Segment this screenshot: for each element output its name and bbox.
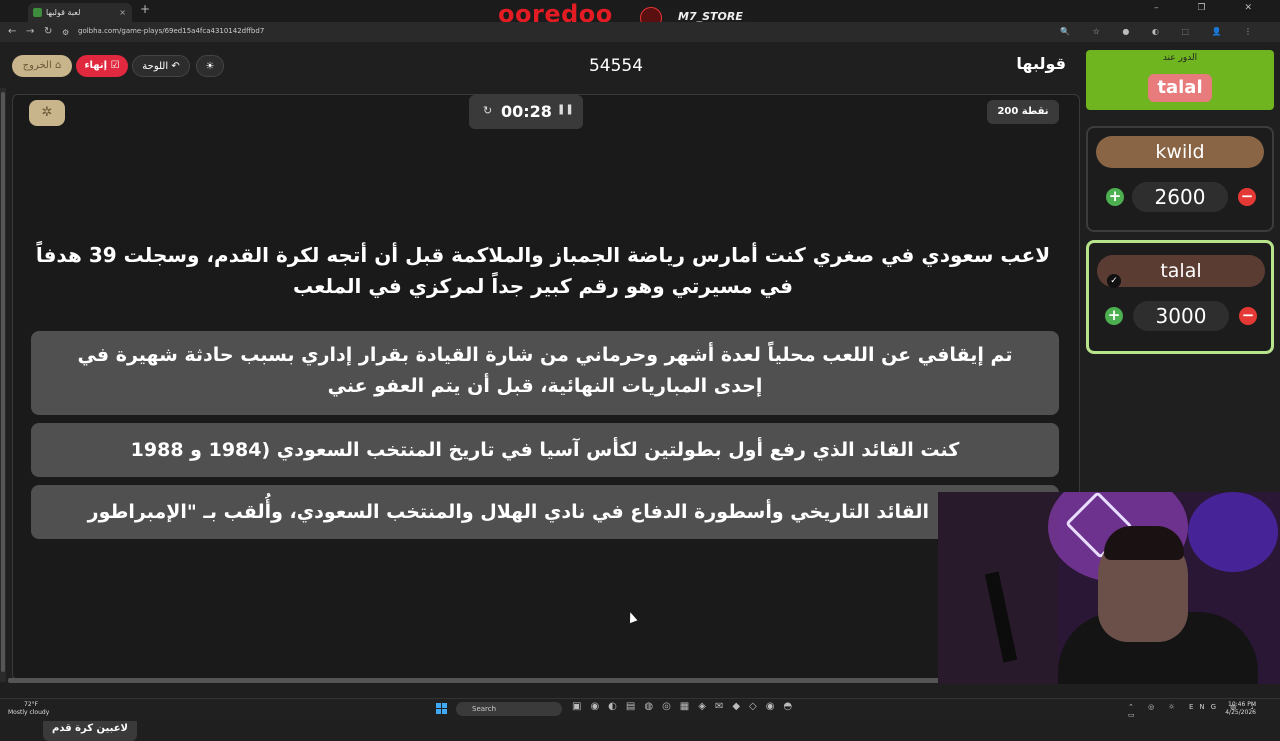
browser-tab-bar: لعبة قولبها × + ooredoo M7_STORE – ❐ ✕: [0, 0, 1280, 29]
streamer-hair: [1104, 526, 1184, 560]
question-panel: ✲ ↻ 00:28 ❚❚ 200 نقطة لاعب سعودي في صغري…: [12, 94, 1080, 741]
question-text: لاعب سعودي في صغري كنت أمارس رياضة الجمب…: [35, 243, 1051, 298]
brand-logo: قولبها: [1016, 54, 1066, 73]
extension-icons[interactable]: 🔍 ☆ ● ◐ ⬚ 👤 ⋮: [1060, 27, 1262, 36]
temperature: 72°F: [24, 701, 39, 708]
new-tab-icon[interactable]: +: [140, 2, 150, 16]
team-name: kwild: [1096, 136, 1264, 168]
start-icon[interactable]: [436, 703, 448, 715]
reload-icon[interactable]: ↻: [44, 26, 52, 37]
end-game-button[interactable]: إنهاء ☑: [76, 55, 128, 77]
plus-icon[interactable]: +: [1105, 307, 1123, 325]
minus-icon[interactable]: −: [1239, 307, 1257, 325]
favicon-icon: [33, 8, 42, 17]
game-header: الخروج ⌂ إنهاء ☑ اللوحة ↶ ☀ 54554 قولبها: [0, 42, 1078, 92]
horizontal-scrollbar[interactable]: [8, 678, 1078, 683]
system-tray-icons[interactable]: ⌃ ◎ ☼ ENG ◍ ♪ ▭: [1128, 703, 1280, 719]
team-score: 2600: [1132, 182, 1228, 212]
forward-icon[interactable]: →: [26, 26, 34, 37]
team-name: ✓ talal: [1097, 255, 1265, 288]
site-info-icon[interactable]: ⚙: [62, 28, 69, 37]
back-icon[interactable]: ←: [8, 26, 16, 37]
active-check-icon: ✓: [1107, 274, 1121, 288]
board-label: اللوحة: [142, 61, 169, 72]
hint-card-2[interactable]: كنت القائد الذي رفع أول بطولتين لكأس آسي…: [31, 423, 1059, 477]
timer-value: 00:28: [501, 102, 552, 121]
timer: ↻ 00:28 ❚❚: [469, 95, 583, 129]
clock-date: 4/25/2026: [1225, 709, 1256, 716]
browser-tab[interactable]: لعبة قولبها ×: [28, 3, 132, 22]
clock-time: 10:46 PM: [1228, 701, 1256, 708]
board-button[interactable]: اللوحة ↶: [132, 55, 190, 77]
game-code: 54554: [588, 56, 644, 76]
end-label: إنهاء: [84, 60, 108, 71]
taskbar-clock[interactable]: 10:46 PM 4/25/2026: [1225, 701, 1256, 717]
reset-timer-icon[interactable]: ↻: [483, 104, 492, 117]
team-card-talal: ✓ talal + 3000 −: [1086, 240, 1274, 354]
report-bug-button[interactable]: ✲: [29, 100, 65, 126]
language-indicator[interactable]: ENG: [1189, 703, 1222, 711]
plus-icon[interactable]: +: [1106, 188, 1124, 206]
address-bar: ← → ↻ ⚙ golbha.com/game-plays/69ed15a4fc…: [0, 22, 1280, 42]
points-badge: 200 نقطة: [987, 100, 1059, 124]
url-field[interactable]: golbha.com/game-plays/69ed15a4fca4310142…: [78, 27, 264, 35]
taskbar-search[interactable]: Search: [456, 702, 562, 716]
bug-icon: ✲: [41, 105, 53, 120]
minus-icon[interactable]: −: [1238, 188, 1256, 206]
hint-card-3[interactable]: القائد التاريخي وأسطورة الدفاع في نادي ا…: [31, 485, 1059, 539]
webcam-glow-2: [1188, 492, 1278, 572]
weather-widget[interactable]: 72°F Mostly cloudy: [8, 701, 49, 717]
team-card-kwild: kwild + 2600 −: [1086, 126, 1274, 232]
team-score: 3000: [1133, 301, 1229, 331]
turn-label: الدور عند: [1162, 53, 1198, 63]
theme-toggle-button[interactable]: ☀: [196, 55, 224, 77]
window-controls[interactable]: – ❐ ✕: [1154, 3, 1270, 13]
exit-label: الخروج: [22, 60, 52, 71]
taskbar-app-icons[interactable]: ▣◉◐▤◍◎▦◈✉◆◇◉◓: [572, 701, 801, 712]
current-turn-box: الدور عند talal: [1086, 50, 1274, 110]
tab-close-icon[interactable]: ×: [119, 3, 126, 22]
hint-card-1[interactable]: تم إيقافي عن اللعب محلياً لعدة أشهر وحرم…: [31, 331, 1059, 415]
vertical-scrollbar[interactable]: [0, 88, 6, 682]
scroll-thumb[interactable]: [1, 92, 5, 672]
webcam-overlay: [938, 492, 1280, 684]
back-arrow-icon: ↶: [171, 61, 180, 72]
team-name-label: talal: [1160, 260, 1202, 282]
sun-icon: ☀: [205, 61, 215, 72]
check-square-icon: ☑: [110, 60, 120, 71]
windows-taskbar: 72°F Mostly cloudy Search ▣◉◐▤◍◎▦◈✉◆◇◉◓ …: [0, 698, 1280, 721]
turn-team-name: talal: [1148, 74, 1212, 102]
exit-button[interactable]: الخروج ⌂: [12, 55, 72, 77]
tab-title: لعبة قولبها: [46, 8, 81, 17]
pause-icon[interactable]: ❚❚: [557, 104, 574, 115]
weather-text: Mostly cloudy: [8, 709, 50, 716]
door-icon: ⌂: [54, 60, 62, 71]
